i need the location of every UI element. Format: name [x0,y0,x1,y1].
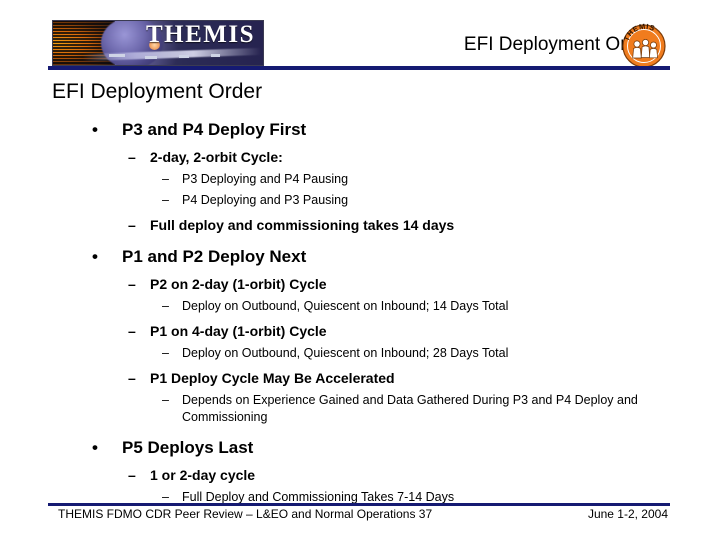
banner-satellite-icon [211,54,220,57]
bullet-dash-icon: – [162,299,169,313]
footer-left-text: THEMIS FDMO CDR Peer Review – L&EO and N… [58,507,433,521]
bullet-text: P1 on 4-day (1-orbit) Cycle [150,323,327,339]
slide-header: THEMIS EFI Deployment Order THEMIS [0,0,720,72]
bullet-dash-icon: – [128,467,136,483]
banner-satellite-icon [179,55,189,58]
bullet-dash-icon: – [128,149,136,165]
bullet-item-level-3: – Deploy on Outbound, Quiescent on Inboun… [0,298,720,315]
bullet-text: 2-day, 2-orbit Cycle: [150,149,283,165]
bullet-text: P2 on 2-day (1-orbit) Cycle [150,276,327,292]
bullet-item-level-2: – P1 Deploy Cycle May Be Accelerated [0,369,720,388]
banner-satellite-icon [145,56,157,59]
bullet-text: Deploy on Outbound, Quiescent on Inbound… [182,299,509,313]
bullet-item-level-2: – P1 on 4-day (1-orbit) Cycle [0,322,720,341]
bullet-list: • P3 and P4 Deploy First –2-day, 2-orbit C… [0,108,720,506]
bullet-dash-icon: – [128,370,136,386]
bullet-item-level-2: – Full deploy and commissioning takes 14 … [0,216,720,235]
banner-satellite-icon [109,54,125,57]
bullet-dash-icon: – [162,193,169,207]
bullet-item-level-2: –2-day, 2-orbit Cycle: [0,148,720,167]
bullet-item-level-1: • P5 Deploys Last [0,437,720,459]
bullet-text: P3 and P4 Deploy First [122,120,307,139]
bullet-dash-icon: – [128,323,136,339]
bullet-text: 1 or 2-day cycle [150,467,256,483]
banner-wordmark: THEMIS [145,21,255,48]
themis-mission-patch-icon: THEMIS [620,22,668,70]
bullet-text: P1 and P2 Deploy Next [122,247,307,266]
bullet-text: P4 Deploying and P3 Pausing [182,193,349,207]
bullet-text: Deploy on Outbound, Quiescent on Inbound… [182,346,509,360]
bullet-text: P5 Deploys Last [122,438,254,457]
bullet-dot-icon: • [92,438,98,457]
bullet-item-level-1: • P1 and P2 Deploy Next [0,246,720,268]
bullet-text: Full deploy and commissioning takes 14 d… [150,217,455,233]
themis-banner-logo: THEMIS [52,20,264,66]
bullet-dash-icon: – [128,217,136,233]
bullet-dash-icon: – [162,346,169,360]
header-divider [48,66,670,70]
footer-right-text: June 1-2, 2004 [587,507,668,521]
bullet-dash-icon: – [128,276,136,292]
bullet-text: P1 Deploy Cycle May Be Accelerated [150,370,395,386]
bullet-item-level-2: – P2 on 2-day (1-orbit) Cycle [0,275,720,294]
page-title: EFI Deployment Order [52,80,263,103]
bullet-text: Depends on Experience Gained and Data Ga… [182,393,638,424]
bullet-dash-icon: – [162,172,169,186]
bullet-item-level-3: – Deploy on Outbound, Quiescent on Inboun… [0,345,720,362]
bullet-dot-icon: • [92,120,98,139]
bullet-dash-icon: – [162,393,169,407]
bullet-item-level-3: – P4 Deploying and P3 Pausing [0,192,720,209]
bullet-item-level-2: –1 or 2-day cycle [0,466,720,485]
bullet-item-level-3: – Depends on Experience Gained and Data G… [0,392,720,426]
bullet-text: P3 Deploying and P4 Pausing [182,172,349,186]
bullet-dot-icon: • [92,247,98,266]
bullet-item-level-3: – P3 Deploying and P4 Pausing [0,171,720,188]
bullet-item-level-1: • P3 and P4 Deploy First [0,119,720,141]
